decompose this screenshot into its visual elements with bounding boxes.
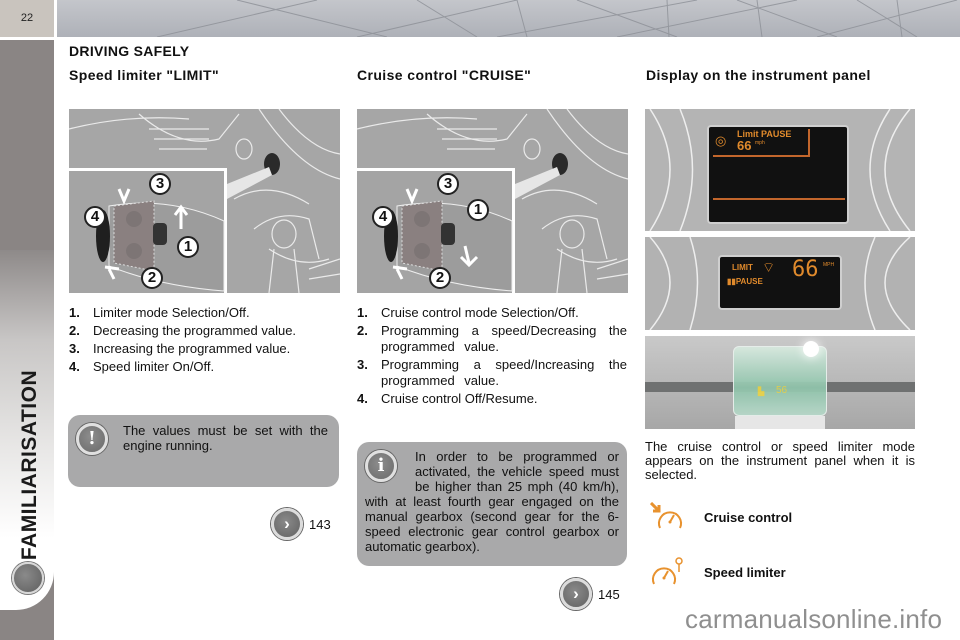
display-title: Display on the instrument panel [646, 67, 871, 83]
step-number: 3. [357, 357, 368, 372]
page-number-box: 22 [0, 0, 54, 37]
stalk-inset: 4 3 1 2 [357, 168, 515, 293]
multifunction-screen: ◎ Limit PAUSE 66 mph [707, 125, 849, 224]
step-text: Cruise control mode Selection/Off. [381, 305, 579, 320]
step-number: 2. [357, 323, 368, 338]
callout-3: 3 [149, 173, 171, 195]
list-item: 4. Cruise control Off/Resume. [357, 391, 627, 407]
display-description: The cruise control or speed limiter mode… [645, 439, 915, 482]
hud-limit-icon: ▙ [758, 387, 765, 396]
legend-cruise-control: Cruise control [650, 502, 792, 532]
section-tab-circle-icon [12, 562, 44, 594]
header-band [57, 0, 960, 37]
hud-speed: 56 [776, 385, 788, 396]
cruise-control-icon [650, 502, 682, 529]
list-item: 2. Decreasing the programmed value. [69, 323, 341, 339]
cruise-illustration: 4 3 1 2 [357, 109, 628, 293]
callout-2: 2 [429, 267, 451, 289]
step-text: Programming a speed/Increasing the progr… [381, 357, 627, 388]
legend-label: Speed limiter [704, 564, 786, 580]
limiter-gauge-icon: ⌔ [762, 259, 776, 275]
step-text: Speed limiter On/Off. [93, 359, 215, 374]
cluster-screen: LIMIT ⌔ ▮▮PAUSE 66 MPH [718, 255, 842, 310]
head-up-display: ▙ 56 [645, 336, 915, 429]
callout-1: 1 [467, 199, 489, 221]
legend-speed-limiter: Speed limiter [650, 557, 786, 587]
chevron-right-icon: › [560, 578, 592, 610]
cruise-title: Cruise control "CRUISE" [357, 67, 532, 83]
screen2-status-text: PAUSE [735, 277, 763, 286]
list-item: 3. Increasing the programmed value. [69, 341, 341, 357]
list-item: 1. Cruise control mode Selection/Off. [357, 305, 627, 321]
limiter-gauge-icon: ◎ [715, 133, 727, 148]
callout-1: 1 [177, 236, 199, 258]
section-title: FAMILIARISATION [18, 369, 41, 561]
header-pattern [156, 0, 958, 37]
list-item: 4. Speed limiter On/Off. [69, 359, 341, 375]
callout-3: 3 [437, 173, 459, 195]
limiter-steps: 1. Limiter mode Selection/Off. 2. Decreasi… [69, 305, 341, 377]
callout-4: 4 [84, 206, 106, 228]
step-text: Limiter mode Selection/Off. [93, 305, 250, 320]
warning-icon: ! [76, 423, 108, 455]
chevron-right-icon: › [271, 508, 303, 540]
reference-page: 143 [309, 516, 331, 532]
screen2-speed: 66 [792, 257, 819, 282]
step-number: 4. [69, 359, 80, 374]
info-note: i In order to be programmed or activated… [357, 442, 627, 566]
cruise-steps: 1. Cruise control mode Selection/Off. 2. P… [357, 305, 627, 409]
warning-note: ! The values must be set with the engine… [68, 415, 339, 487]
step-number: 4. [357, 391, 368, 406]
instrument-panel-multifunction: ◎ Limit PAUSE 66 mph [645, 109, 915, 231]
callout-4: 4 [372, 206, 394, 228]
chapter-title: DRIVING SAFELY [69, 43, 190, 59]
step-text: Cruise control Off/Resume. [381, 391, 538, 406]
screen2-unit: MPH [823, 262, 835, 268]
page-reference-145[interactable]: › 145 [560, 578, 620, 610]
screen2-status: ▮▮PAUSE [727, 277, 763, 286]
page-number: 22 [20, 12, 34, 24]
step-number: 1. [69, 305, 80, 320]
screen1-speed: 66 [737, 138, 752, 153]
callout-2: 2 [141, 267, 163, 289]
limiter-illustration: 4 3 1 2 [69, 109, 340, 293]
instrument-panel-cluster: LIMIT ⌔ ▮▮PAUSE 66 MPH [645, 237, 915, 330]
warning-note-text: The values must be set with the engine r… [123, 423, 328, 453]
step-number: 3. [69, 341, 80, 356]
screen2-mode: LIMIT [732, 263, 753, 272]
screen1-unit: mph [755, 140, 765, 146]
list-item: 3. Programming a speed/Increasing the pro… [357, 357, 627, 389]
page-reference-143[interactable]: › 143 [271, 508, 331, 540]
watermark: carmanualsonline.info [685, 604, 943, 634]
step-text: Programming a speed/Decreasing the progr… [381, 323, 627, 354]
speed-limiter-icon [652, 557, 683, 585]
step-text: Increasing the programmed value. [93, 341, 291, 356]
list-item: 1. Limiter mode Selection/Off. [69, 305, 341, 321]
step-number: 2. [69, 323, 80, 338]
step-number: 1. [357, 305, 368, 320]
legend-label: Cruise control [704, 509, 793, 525]
limiter-title: Speed limiter "LIMIT" [69, 67, 220, 83]
step-text: Decreasing the programmed value. [93, 323, 297, 338]
stalk-inset: 4 3 1 2 [69, 168, 227, 293]
list-item: 2. Programming a speed/Decreasing the pro… [357, 323, 627, 355]
reference-page: 145 [598, 586, 620, 602]
info-note-text: In order to be programmed or activated, … [365, 449, 619, 554]
